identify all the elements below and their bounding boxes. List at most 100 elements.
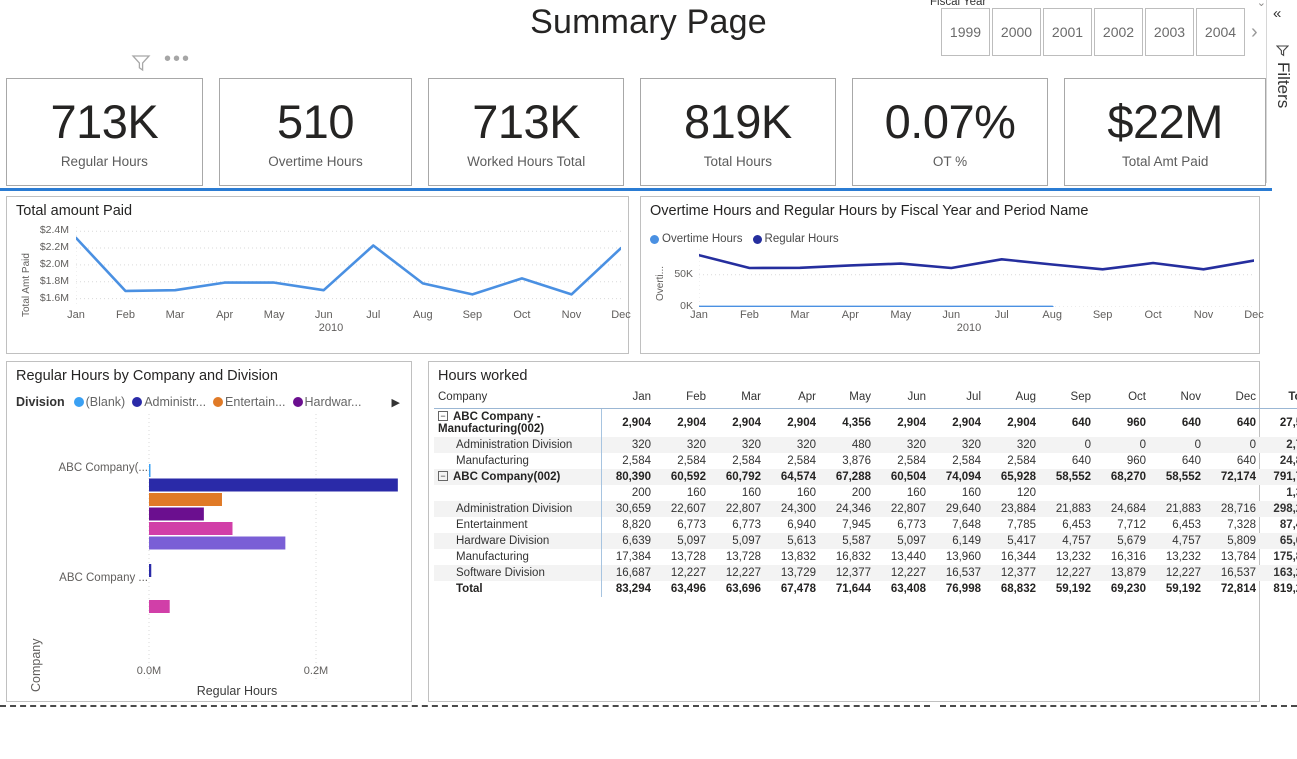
- visual-total-amount-paid[interactable]: Total amount Paid Total Amt Paid $2.4M$2…: [6, 196, 629, 354]
- visual-regular-hours-by-company-division[interactable]: Regular Hours by Company and Division Di…: [6, 361, 412, 702]
- slicer-year-2003[interactable]: 2003: [1145, 8, 1194, 56]
- column-header-mar[interactable]: Mar: [711, 388, 766, 409]
- row-label-cell[interactable]: Manufacturing: [434, 549, 601, 565]
- kpi-card-total-amt-paid[interactable]: $22MTotal Amt Paid: [1064, 78, 1266, 186]
- expand-filters-icon[interactable]: «: [1273, 6, 1281, 21]
- row-label-cell[interactable]: [434, 485, 601, 501]
- legend-item-overtime-hours[interactable]: Overtime Hours: [650, 233, 743, 245]
- table-row[interactable]: Administration Division32032032032048032…: [434, 437, 1297, 453]
- row-label: ABC Company(002): [453, 471, 560, 483]
- column-header-total[interactable]: Total: [1261, 388, 1297, 409]
- table-cell: 163,258: [1261, 565, 1297, 581]
- table-cell: [1206, 485, 1261, 501]
- table-row[interactable]: Entertainment8,8206,7736,7736,9407,9456,…: [434, 517, 1297, 533]
- column-header-dec[interactable]: Dec: [1206, 388, 1261, 409]
- kpi-card-regular-hours[interactable]: 713KRegular Hours: [6, 78, 203, 186]
- filter-icon: [1276, 44, 1289, 57]
- filters-pane-collapsed[interactable]: « Filters: [1266, 0, 1297, 183]
- table-cell: 60,504: [876, 469, 931, 485]
- row-label: Manufacturing: [456, 551, 529, 563]
- table-cell: 58,552: [1151, 469, 1206, 485]
- row-label-cell[interactable]: −ABC Company(002): [434, 469, 601, 485]
- matrix-table[interactable]: CompanyJanFebMarAprMayJunJulAugSepOctNov…: [434, 388, 1297, 597]
- table-cell: 16,832: [821, 549, 876, 565]
- table-cell: 320: [986, 437, 1041, 453]
- row-label-cell[interactable]: −ABC Company - Manufacturing(002): [434, 409, 601, 438]
- table-row[interactable]: Software Division16,68712,22712,22713,72…: [434, 565, 1297, 581]
- row-label-cell[interactable]: Administration Division: [434, 501, 601, 517]
- table-row[interactable]: Total83,29463,49663,69667,47871,64463,40…: [434, 581, 1297, 597]
- column-header-may[interactable]: May: [821, 388, 876, 409]
- legend-item-administr[interactable]: Administr...: [132, 395, 206, 409]
- table-cell: 298,219: [1261, 501, 1297, 517]
- row-label-cell[interactable]: Entertainment: [434, 517, 601, 533]
- slicer-year-1999[interactable]: 1999: [941, 8, 990, 56]
- table-cell: 6,773: [711, 517, 766, 533]
- column-header-jul[interactable]: Jul: [931, 388, 986, 409]
- table-row[interactable]: Administration Division30,65922,60722,80…: [434, 501, 1297, 517]
- chart-legend[interactable]: Overtime Hours Regular Hours: [650, 233, 849, 245]
- table-row[interactable]: Hardware Division6,6395,0975,0975,6135,5…: [434, 533, 1297, 549]
- slicer-title: Fiscal Year: [930, 0, 986, 8]
- table-cell: 120: [986, 485, 1041, 501]
- table-cell: 13,879: [1096, 565, 1151, 581]
- table-cell: 30,659: [601, 501, 656, 517]
- funnel-filter-icon[interactable]: [130, 52, 152, 79]
- column-header-feb[interactable]: Feb: [656, 388, 711, 409]
- collapse-toggle-icon[interactable]: −: [438, 471, 448, 481]
- kpi-card-ot[interactable]: 0.07%OT %: [852, 78, 1049, 186]
- row-label-cell[interactable]: Software Division: [434, 565, 601, 581]
- visual-hours-worked-matrix[interactable]: Hours worked CompanyJanFebMarAprMayJunJu…: [428, 361, 1260, 702]
- visual-overtime-regular-hours[interactable]: Overtime Hours and Regular Hours by Fisc…: [640, 196, 1260, 354]
- table-row[interactable]: Manufacturing17,38413,72813,72813,83216,…: [434, 549, 1297, 565]
- table-cell: 24,346: [821, 501, 876, 517]
- slicer-year-2000[interactable]: 2000: [992, 8, 1041, 56]
- table-cell: 6,639: [601, 533, 656, 549]
- row-label-cell[interactable]: Hardware Division: [434, 533, 601, 549]
- slicer-year-2001[interactable]: 2001: [1043, 8, 1092, 56]
- slicer-item-list[interactable]: 199920002001200220032004 ›: [941, 8, 1258, 56]
- table-cell: 16,344: [986, 549, 1041, 565]
- slicer-year-2004[interactable]: 2004: [1196, 8, 1245, 56]
- column-header-jun[interactable]: Jun: [876, 388, 931, 409]
- row-label-cell[interactable]: Total: [434, 581, 601, 597]
- legend-item-blank[interactable]: (Blank): [74, 395, 126, 409]
- legend-item-hardwar[interactable]: Hardwar...: [293, 395, 362, 409]
- more-options-icon[interactable]: •••: [164, 48, 191, 70]
- kpi-card-total-hours[interactable]: 819KTotal Hours: [640, 78, 836, 186]
- column-header-aug[interactable]: Aug: [986, 388, 1041, 409]
- table-cell: 63,408: [876, 581, 931, 597]
- visual-header-tools[interactable]: •••: [126, 50, 206, 76]
- table-cell: [1096, 485, 1151, 501]
- fiscal-year-slicer[interactable]: Fiscal Year ⌄ 199920002001200220032004 ›: [928, 0, 1268, 64]
- collapse-toggle-icon[interactable]: −: [438, 411, 448, 421]
- legend-next-icon[interactable]: ▶: [392, 396, 400, 409]
- column-header-oct[interactable]: Oct: [1096, 388, 1151, 409]
- column-header-company[interactable]: Company: [434, 388, 601, 409]
- table-row[interactable]: Manufacturing2,5842,5842,5842,5843,8762,…: [434, 453, 1297, 469]
- table-cell: 80,390: [601, 469, 656, 485]
- legend-items[interactable]: (Blank) Administr... Entertain... Hardwar..…: [74, 395, 369, 409]
- table-cell: 640: [1041, 409, 1096, 438]
- table-body[interactable]: −ABC Company - Manufacturing(002)2,9042,…: [434, 409, 1297, 598]
- column-header-jan[interactable]: Jan: [601, 388, 656, 409]
- table-row[interactable]: −ABC Company(002)80,39060,59260,79264,57…: [434, 469, 1297, 485]
- row-label-cell[interactable]: Manufacturing: [434, 453, 601, 469]
- table-row[interactable]: 2001601601602001601601201,320: [434, 485, 1297, 501]
- column-header-sep[interactable]: Sep: [1041, 388, 1096, 409]
- chevron-down-icon[interactable]: ⌄: [1257, 0, 1266, 8]
- row-label-cell[interactable]: Administration Division: [434, 437, 601, 453]
- legend-item-entertain[interactable]: Entertain...: [213, 395, 285, 409]
- y-tick-label: 50K: [641, 268, 693, 280]
- table-cell: 12,227: [711, 565, 766, 581]
- column-header-nov[interactable]: Nov: [1151, 388, 1206, 409]
- kpi-card-overtime-hours[interactable]: 510Overtime Hours: [219, 78, 413, 186]
- slicer-year-2002[interactable]: 2002: [1094, 8, 1143, 56]
- legend-item-regular-hours[interactable]: Regular Hours: [753, 233, 839, 245]
- table-row[interactable]: −ABC Company - Manufacturing(002)2,9042,…: [434, 409, 1297, 438]
- kpi-card-worked-hours-total[interactable]: 713KWorked Hours Total: [428, 78, 624, 186]
- column-header-apr[interactable]: Apr: [766, 388, 821, 409]
- slicer-next-icon[interactable]: ›: [1251, 22, 1258, 42]
- table-cell: 0: [1041, 437, 1096, 453]
- chart-legend[interactable]: Division (Blank)Administr...Entertain...…: [16, 395, 406, 409]
